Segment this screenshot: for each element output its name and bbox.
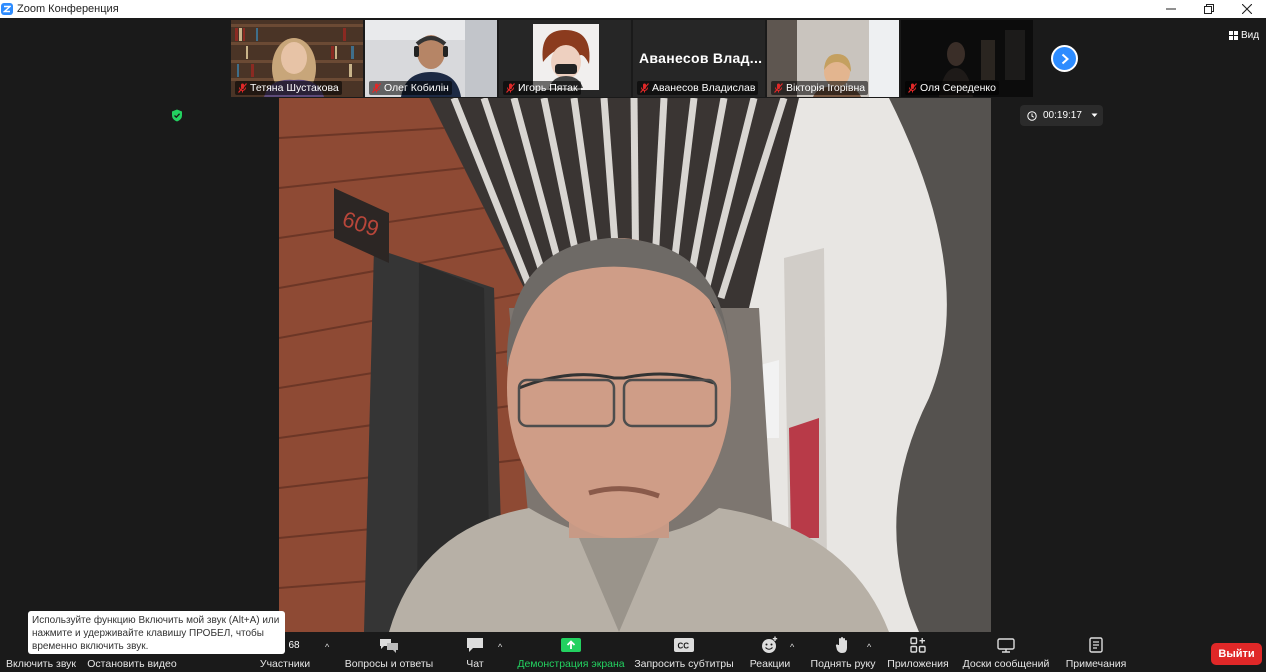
muted-mic-icon <box>908 83 917 93</box>
raise-hand-icon <box>835 637 847 653</box>
reactions-options-caret-icon[interactable]: ^ <box>790 642 794 652</box>
request-captions-label: Запросить субтитры <box>634 658 734 670</box>
participant-tile[interactable]: Аванесов Влад... Аванесов Владислав <box>633 20 765 97</box>
participant-name: Олег Кобилін <box>384 82 449 94</box>
title-bar: Zoom Конференция <box>0 0 1266 18</box>
apps-icon <box>910 637 926 653</box>
raise-hand-label: Поднять руку <box>810 658 876 670</box>
reactions-button[interactable]: Реакции <box>748 632 792 672</box>
muted-mic-icon <box>372 83 381 93</box>
participant-name: Вікторія Ігорівна <box>786 82 866 94</box>
window-title: Zoom Конференция <box>17 3 119 15</box>
participant-name: Игорь Пятак <box>518 82 578 94</box>
participant-name-tag: Аванесов Владислав <box>637 81 759 95</box>
muted-mic-icon <box>640 83 649 93</box>
notes-icon <box>1089 637 1103 653</box>
qa-bubbles-icon <box>380 639 398 653</box>
unmute-tooltip: Используйте функцию Включить мой звук (A… <box>28 611 285 654</box>
timer-value: 00:19:17 <box>1043 110 1082 121</box>
participants-options-caret-icon[interactable]: ^ <box>325 642 329 652</box>
chat-button[interactable]: Чат <box>458 632 492 672</box>
svg-text:CC: CC <box>678 642 690 651</box>
participant-name: Оля Середенко <box>920 82 996 94</box>
participant-name-tag: Оля Середенко <box>905 81 999 95</box>
chat-icon <box>467 638 483 652</box>
participant-strip: Тетяна Шустакова Олег Кобилін Игорь Пята… <box>231 20 1033 97</box>
meeting-timer[interactable]: 00:19:17 <box>1020 105 1103 126</box>
close-button[interactable] <box>1228 0 1266 18</box>
participant-tile[interactable]: Олег Кобилін <box>365 20 497 97</box>
stop-video-label: Остановить видео <box>87 658 177 670</box>
participants-label: Участники <box>259 658 311 670</box>
participant-tile[interactable]: Оля Середенко <box>901 20 1033 97</box>
participant-tile[interactable]: Вікторія Ігорівна <box>767 20 899 97</box>
speaker-video-frame: 609 <box>279 98 991 632</box>
restore-icon <box>1204 4 1214 14</box>
reactions-label: Реакции <box>749 658 791 670</box>
participant-tile[interactable]: Тетяна Шустакова <box>231 20 363 97</box>
share-screen-label: Демонстрация экрана <box>517 658 625 670</box>
whiteboard-icon <box>997 637 1015 653</box>
zoom-logo-icon <box>1 3 13 15</box>
participant-name-tag: Олег Кобилін <box>369 81 452 95</box>
clock-icon <box>1027 110 1037 121</box>
restore-button[interactable] <box>1190 0 1228 18</box>
grid-view-icon <box>1229 30 1238 40</box>
participant-name-tag: Тетяна Шустакова <box>235 81 342 95</box>
participant-name-tag: Вікторія Ігорівна <box>771 81 869 95</box>
close-icon <box>1242 4 1252 14</box>
participant-name-tag: Игорь Пятак <box>503 81 581 95</box>
notes-label: Примечания <box>1065 658 1127 670</box>
raise-hand-options-caret-icon[interactable]: ^ <box>867 642 871 652</box>
muted-mic-icon <box>774 83 783 93</box>
request-captions-button[interactable]: CC Запросить субтитры <box>634 632 734 672</box>
minimize-icon <box>1166 8 1176 10</box>
active-speaker-video[interactable]: 609 <box>279 98 991 632</box>
qa-button[interactable]: Вопросы и ответы <box>344 632 434 672</box>
apps-label: Приложения <box>887 658 949 670</box>
participants-count: 68 <box>288 639 300 651</box>
zoom-window: Zoom Конференция Тетяна Шустакова Олег К… <box>0 0 1266 672</box>
minimize-button[interactable] <box>1152 0 1190 18</box>
closed-captions-icon: CC <box>674 638 694 652</box>
chat-label: Чат <box>466 658 484 670</box>
qa-label: Вопросы и ответы <box>344 658 434 670</box>
caret-down-icon <box>1091 113 1098 117</box>
window-controls <box>1152 0 1266 18</box>
view-label: Вид <box>1241 29 1260 41</box>
encryption-shield-icon[interactable] <box>171 109 183 127</box>
apps-button[interactable]: Приложения <box>886 632 950 672</box>
share-screen-button[interactable]: Демонстрация экрана <box>517 632 625 672</box>
chevron-right-icon <box>1061 53 1069 64</box>
leave-button[interactable]: Выйти <box>1211 643 1262 665</box>
participant-display-name: Аванесов Влад... <box>639 50 763 66</box>
next-participants-button[interactable] <box>1051 45 1078 72</box>
emoji-reaction-icon <box>762 636 778 653</box>
whiteboards-button[interactable]: Доски сообщений <box>960 632 1052 672</box>
view-button[interactable]: Вид <box>1229 28 1259 42</box>
participant-name: Аванесов Владислав <box>652 82 756 94</box>
participant-name: Тетяна Шустакова <box>250 82 339 94</box>
whiteboards-label: Доски сообщений <box>962 658 1050 670</box>
muted-mic-icon <box>506 83 515 93</box>
share-screen-icon <box>561 638 581 652</box>
muted-mic-icon <box>238 83 247 93</box>
unmute-label: Включить звук <box>5 658 77 670</box>
raise-hand-button[interactable]: Поднять руку <box>809 632 877 672</box>
notes-button[interactable]: Примечания <box>1063 632 1129 672</box>
chat-options-caret-icon[interactable]: ^ <box>498 642 502 652</box>
participant-tile[interactable]: Игорь Пятак <box>499 20 631 97</box>
